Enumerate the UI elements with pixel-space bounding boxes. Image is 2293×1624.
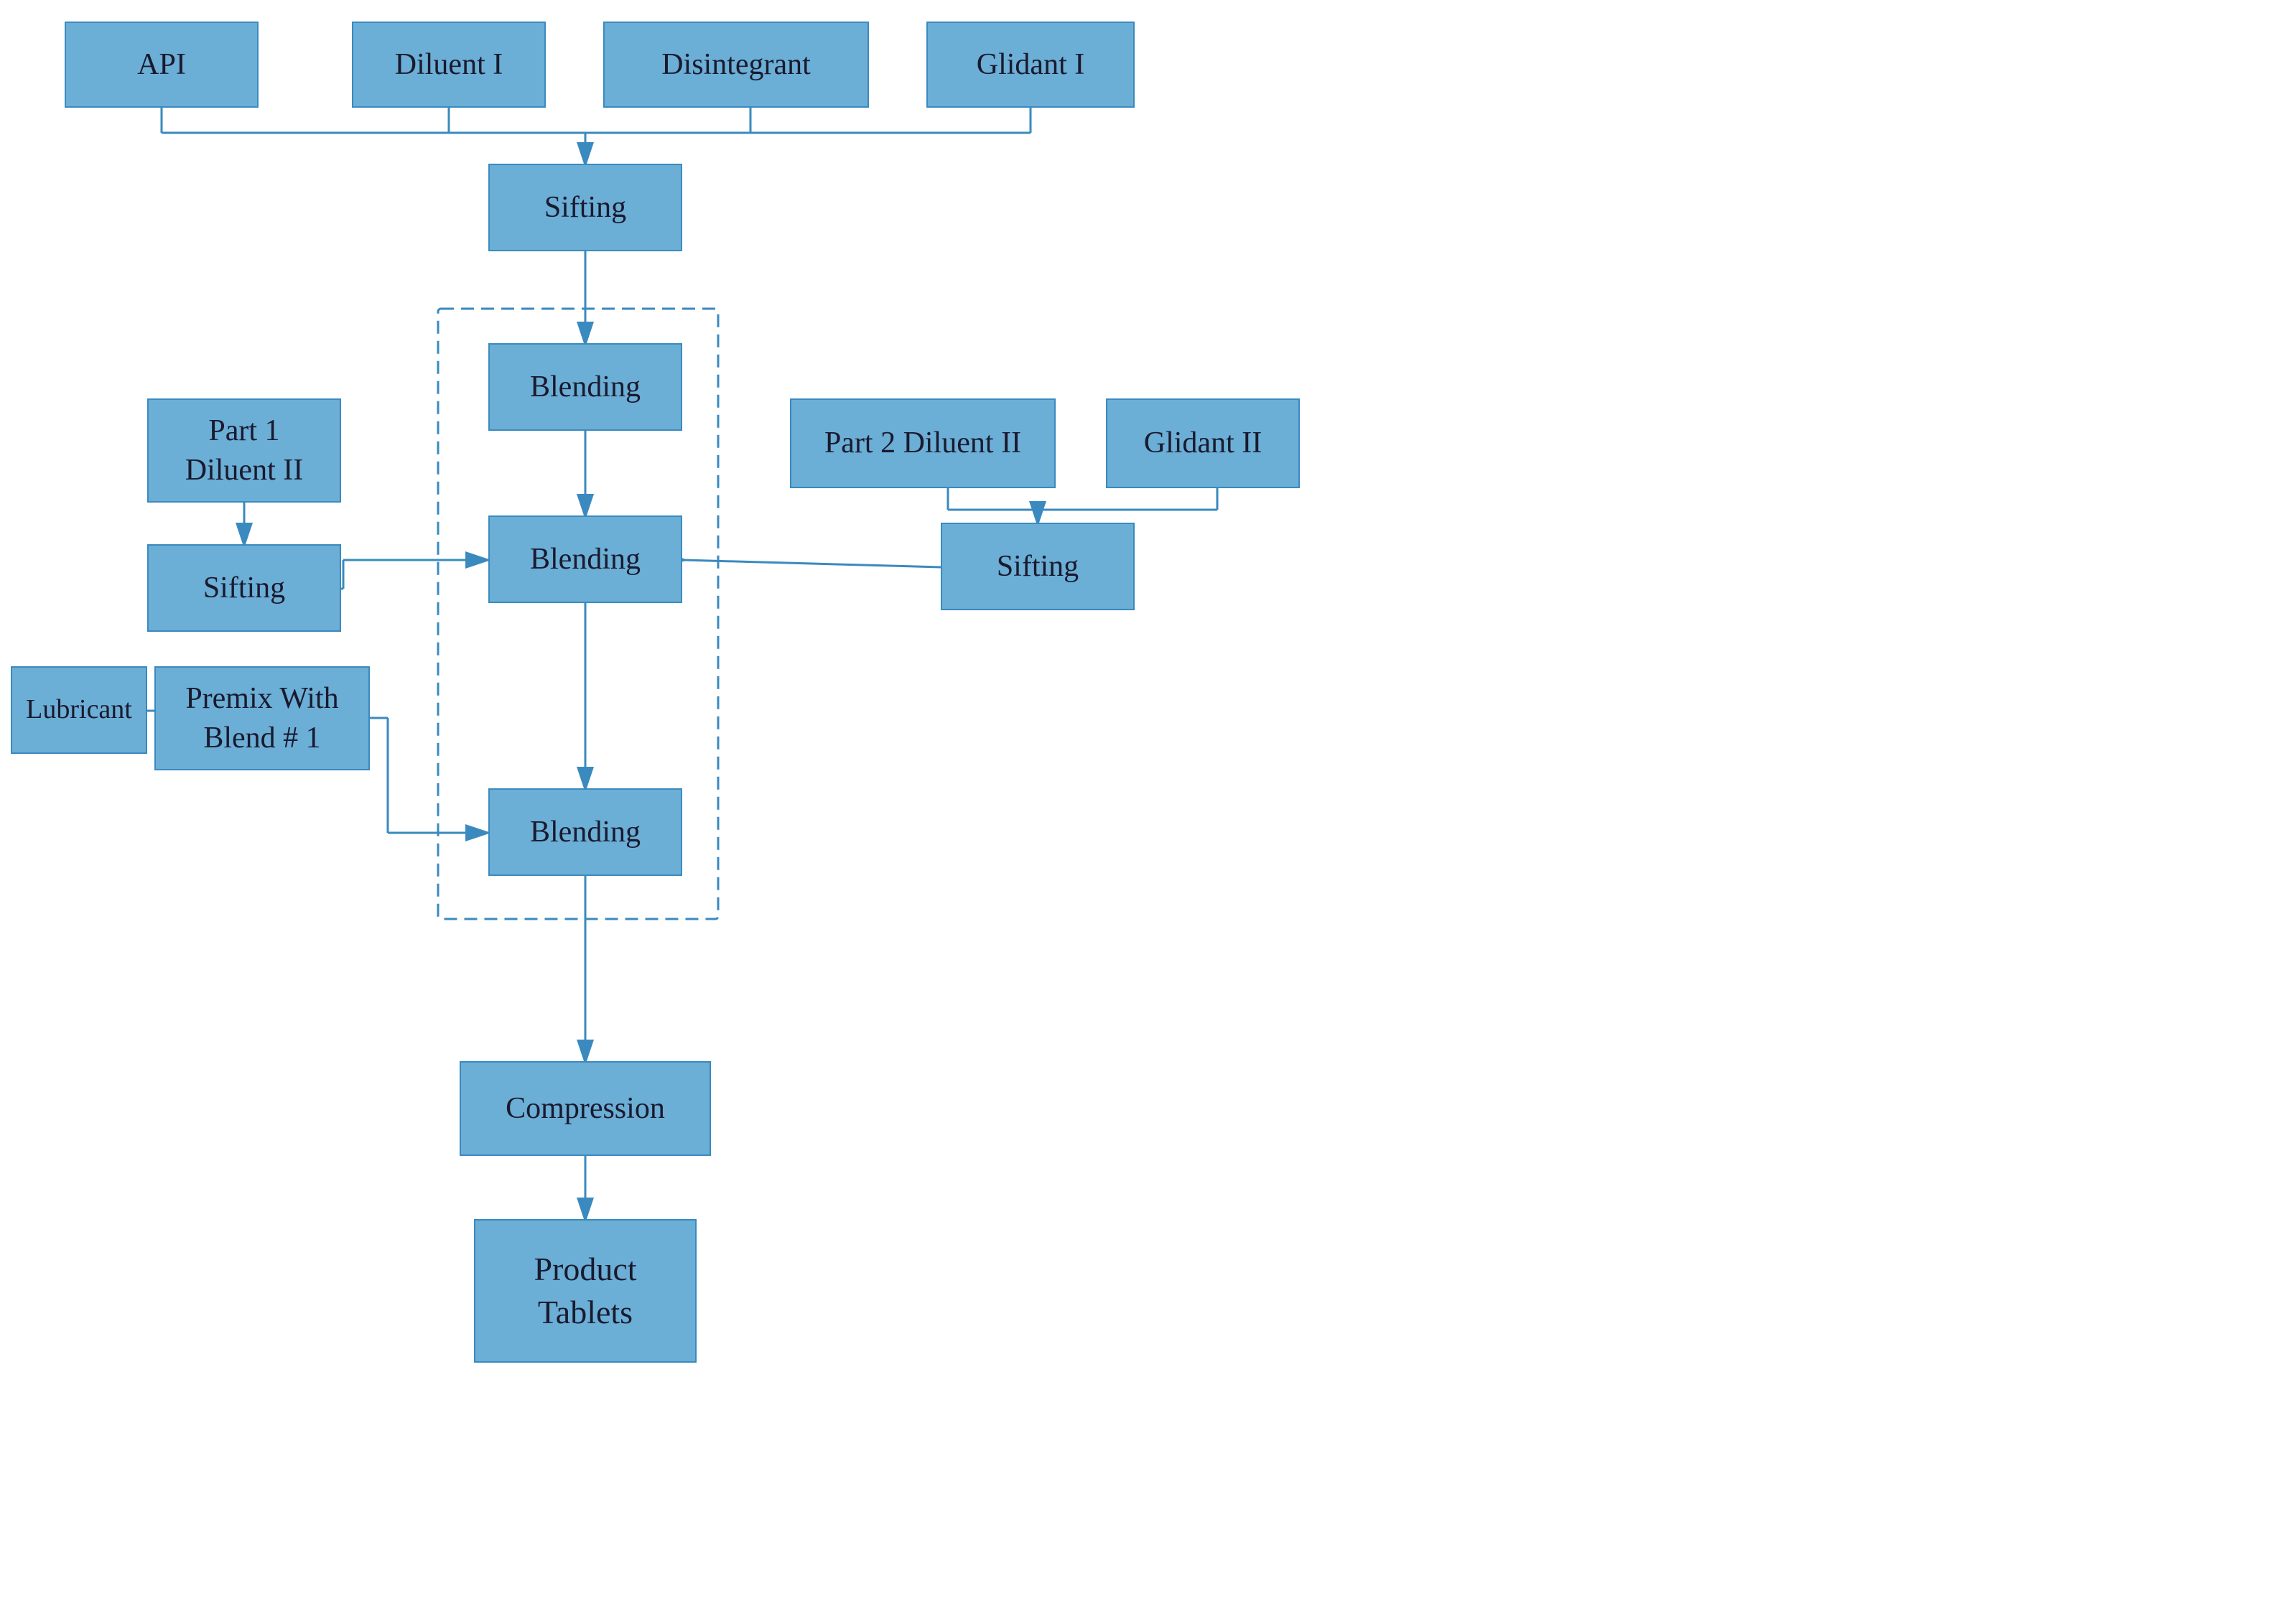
compression-box: Compression <box>460 1061 711 1156</box>
api-box: API <box>65 22 259 108</box>
lubricant-box: Lubricant <box>11 666 147 754</box>
blending2-box: Blending <box>488 515 682 603</box>
part1diluent2-box: Part 1Diluent II <box>147 398 341 503</box>
glidant2-box: Glidant II <box>1106 398 1300 488</box>
blending1-box: Blending <box>488 343 682 431</box>
part2diluent2-box: Part 2 Diluent II <box>790 398 1056 488</box>
disintegrant-box: Disintegrant <box>603 22 869 108</box>
product-tablets-box: ProductTablets <box>474 1219 697 1363</box>
sifting3-box: Sifting <box>941 523 1135 610</box>
diagram-svg <box>0 0 2293 1624</box>
premix-box: Premix WithBlend # 1 <box>154 666 370 770</box>
sifting1-box: Sifting <box>488 164 682 251</box>
blending3-box: Blending <box>488 788 682 876</box>
diluent1-box: Diluent I <box>352 22 546 108</box>
sifting2-box: Sifting <box>147 544 341 632</box>
glidant1-box: Glidant I <box>926 22 1135 108</box>
